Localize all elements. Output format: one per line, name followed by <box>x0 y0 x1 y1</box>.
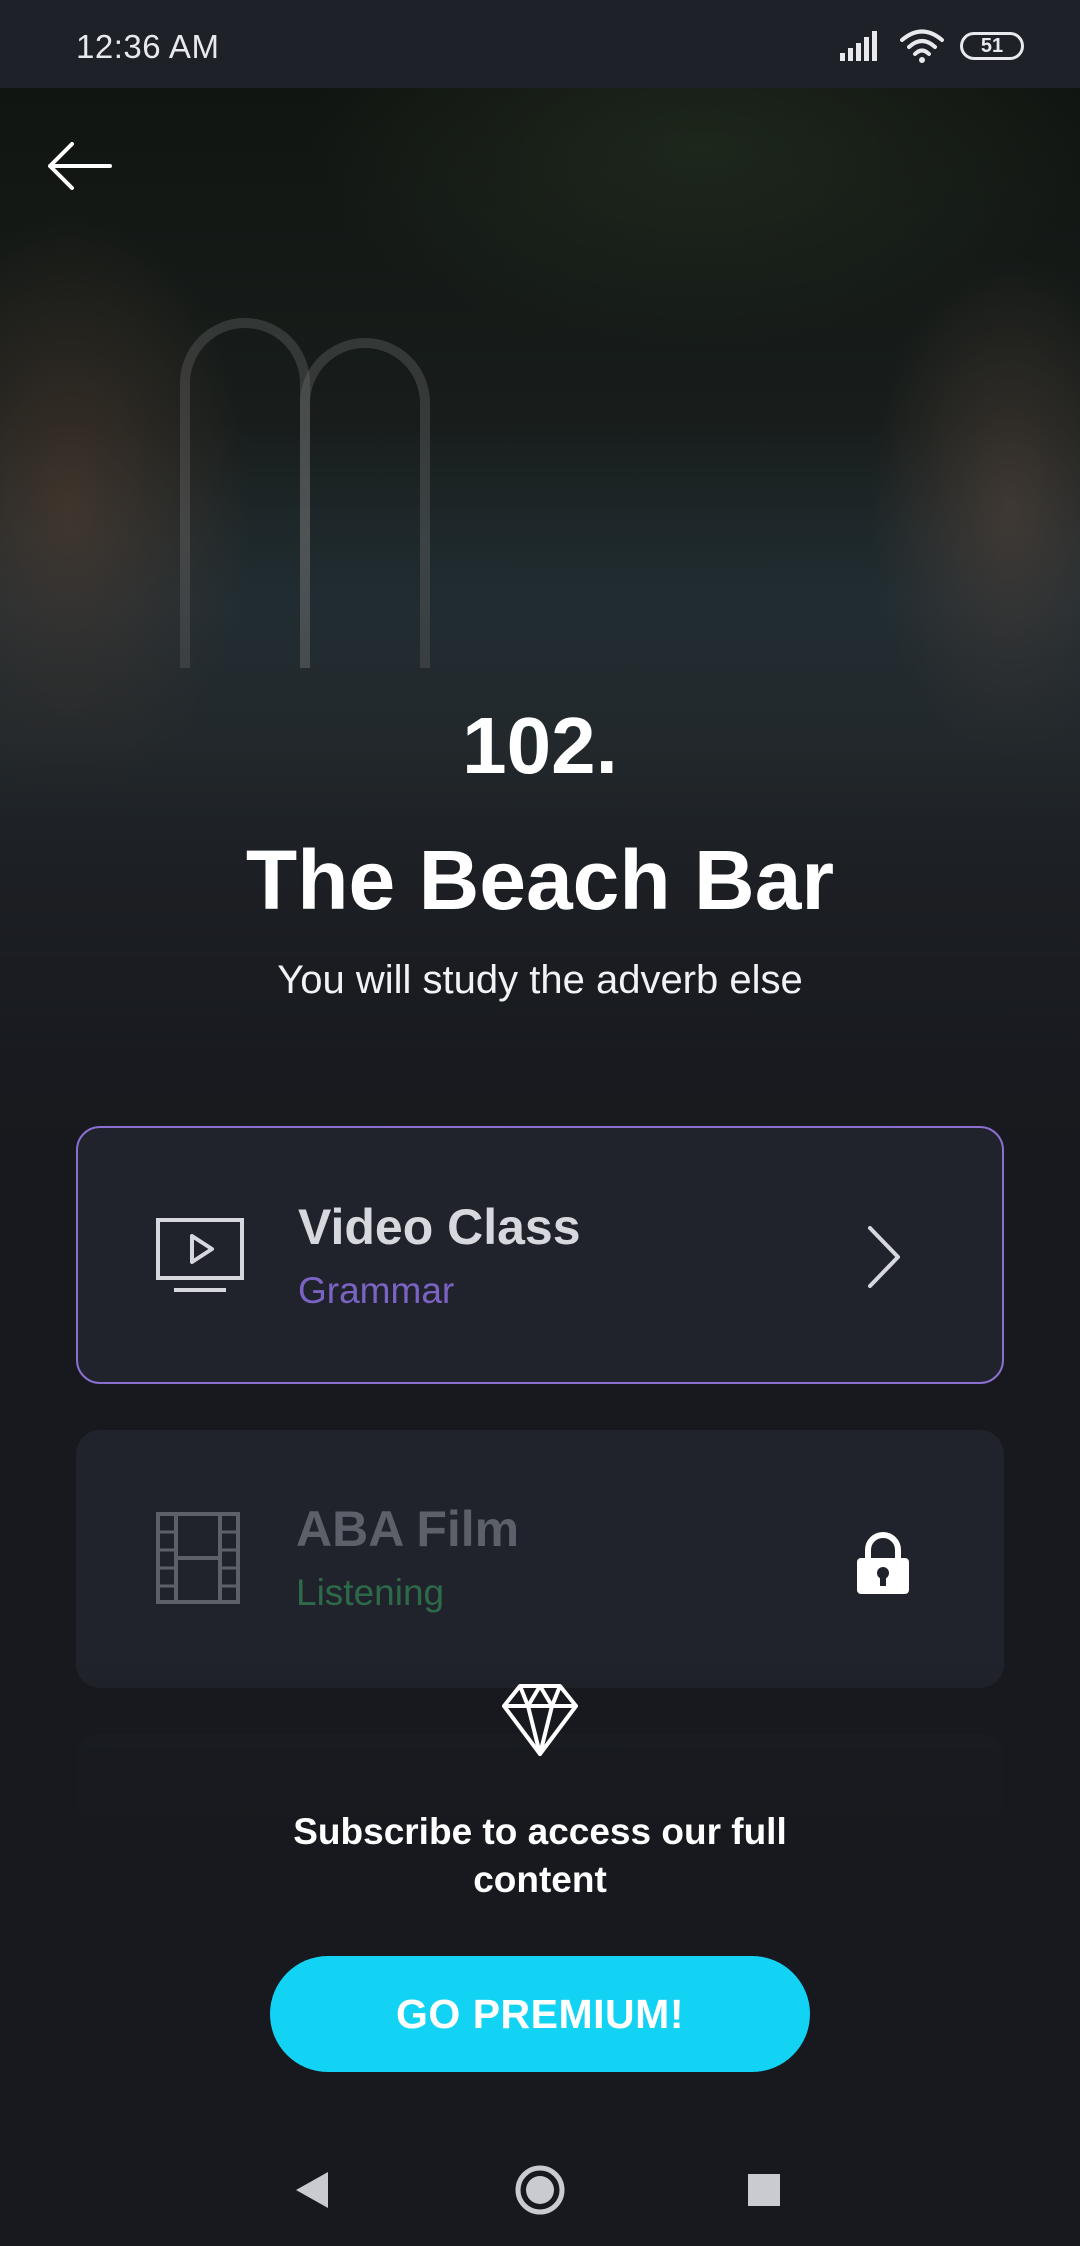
lesson-screen: 12:36 AM 51 102. The Beach Bar You will … <box>0 0 1080 2246</box>
back-button[interactable] <box>40 136 120 196</box>
card-title: Video Class <box>298 1199 581 1255</box>
nav-recents-icon[interactable] <box>732 2158 796 2222</box>
status-icons: 51 <box>840 26 1024 66</box>
card-subtitle: Listening <box>296 1572 445 1613</box>
go-premium-button[interactable]: GO PREMIUM! <box>270 1956 810 2072</box>
lesson-subtitle: You will study the adverb else <box>277 958 803 1002</box>
lock-icon <box>857 1532 909 1594</box>
system-nav-bar <box>0 2134 1080 2246</box>
chevron-right-icon <box>868 1226 900 1288</box>
signal-icon <box>840 31 877 61</box>
aba-film-card[interactable]: ABA Film Listening <box>76 1430 1004 1688</box>
lesson-number: 102. <box>462 701 618 790</box>
lesson-title: The Beach Bar <box>245 833 835 927</box>
status-bar: 12:36 AM 51 <box>0 0 1080 88</box>
film-strip-icon <box>156 1512 240 1604</box>
video-class-card[interactable]: Video Class Grammar <box>76 1126 1004 1384</box>
nav-home-icon[interactable] <box>508 2158 572 2222</box>
wifi-icon <box>900 29 944 63</box>
monitor-play-icon <box>156 1218 244 1292</box>
status-time: 12:36 AM <box>76 28 220 65</box>
diamond-icon <box>502 1684 578 1756</box>
battery-level: 51 <box>980 35 1004 57</box>
card-title: ABA Film <box>296 1501 520 1557</box>
back-arrow-icon <box>48 142 112 190</box>
nav-back-icon[interactable] <box>280 2158 344 2222</box>
card-subtitle: Grammar <box>298 1270 455 1311</box>
hero-background-image <box>0 88 1080 1208</box>
premium-message: Subscribe to access our full content <box>293 1811 787 1900</box>
battery-icon: 51 <box>960 32 1024 60</box>
